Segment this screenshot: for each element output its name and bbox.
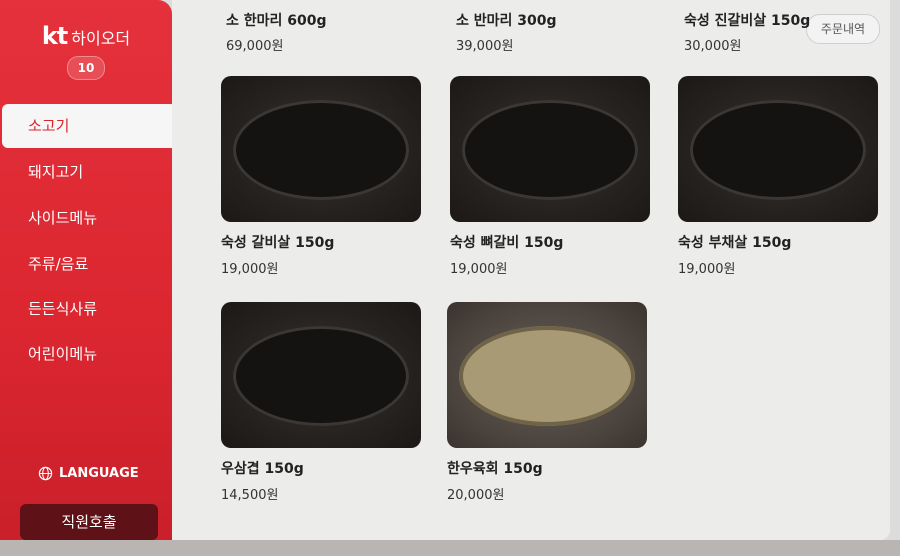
menu-item-price: 39,000원: [456, 39, 514, 54]
menu-item-photo: [447, 302, 647, 448]
menu-card[interactable]: 숙성 뼈갈비 150g 19,000원: [450, 76, 650, 277]
table-number-badge: 10: [67, 56, 105, 80]
brand-name: 하이오더: [71, 29, 131, 48]
menu-item-name: 우삼겹 150g: [221, 461, 304, 477]
menu-item-photo: [221, 76, 421, 222]
order-history-button[interactable]: 주문내역: [806, 14, 880, 44]
sidebar-item-pork[interactable]: 돼지고기: [2, 150, 172, 194]
sidebar-item-side-menu[interactable]: 사이드메뉴: [2, 196, 172, 240]
menu-item-price: 19,000원: [678, 262, 736, 277]
language-label: LANGUAGE: [59, 466, 139, 481]
sidebar-item-kids-menu[interactable]: 어린이메뉴: [2, 332, 172, 376]
sidebar-item-beef[interactable]: 소고기: [2, 104, 172, 148]
menu-item-name[interactable]: 숙성 진갈비살 150g: [684, 10, 810, 30]
sidebar-item-drinks[interactable]: 주류/음료: [2, 242, 172, 286]
menu-card[interactable]: 한우육회 150g 20,000원: [447, 302, 647, 503]
menu-item-name: 숙성 갈비살 150g: [221, 235, 335, 251]
brand-logo: kt 하이오더: [0, 22, 172, 50]
menu-item-price: 19,000원: [450, 262, 508, 277]
screen-bezel: [0, 540, 900, 556]
menu-content: 주문내역 소 한마리 600g 69,000원 소 반마리 300g 39,00…: [172, 0, 890, 540]
staff-call-button[interactable]: 직원호출: [20, 504, 158, 540]
menu-item-price: 14,500원: [221, 488, 279, 503]
menu-item-name: 숙성 부채살 150g: [678, 235, 792, 251]
menu-item-name: 한우육회 150g: [447, 461, 543, 477]
menu-item-photo: [221, 302, 421, 448]
menu-card[interactable]: 숙성 갈비살 150g 19,000원: [221, 76, 421, 277]
menu-item-name[interactable]: 소 한마리 600g: [226, 10, 327, 30]
menu-card[interactable]: 숙성 부채살 150g 19,000원: [678, 76, 878, 277]
menu-item-price: 20,000원: [447, 488, 505, 503]
kt-logo: kt: [41, 22, 68, 50]
menu-item-price: 19,000원: [221, 262, 279, 277]
menu-card[interactable]: 우삼겹 150g 14,500원: [221, 302, 421, 503]
globe-icon: [38, 466, 53, 481]
menu-item-price: 69,000원: [226, 39, 284, 54]
language-button[interactable]: LANGUAGE: [38, 466, 139, 481]
menu-item-price: 30,000원: [684, 39, 742, 54]
sidebar-item-meals[interactable]: 든든식사류: [2, 287, 172, 331]
menu-item-name: 숙성 뼈갈비 150g: [450, 235, 564, 251]
menu-item-photo: [450, 76, 650, 222]
menu-item-name[interactable]: 소 반마리 300g: [456, 10, 557, 30]
menu-item-photo: [678, 76, 878, 222]
sidebar: kt 하이오더 10 소고기 돼지고기 사이드메뉴 주류/음료 든든식사류 어린이…: [0, 0, 172, 556]
